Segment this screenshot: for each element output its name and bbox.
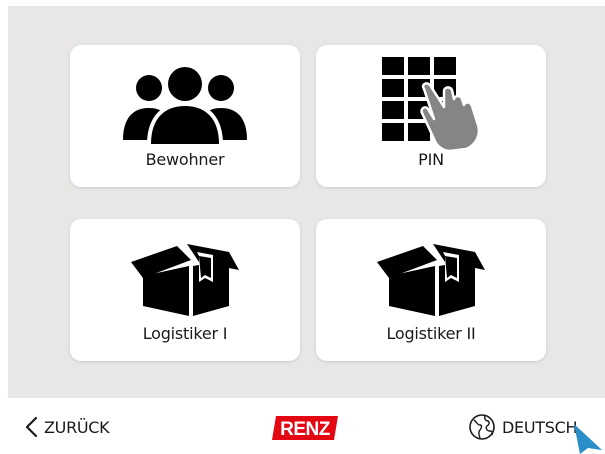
- back-label: ZURÜCK: [44, 417, 110, 437]
- tile-label: Bewohner: [145, 150, 225, 169]
- bottom-bar: ZURÜCK RENZ DEUTSCH: [0, 398, 605, 454]
- tile-label: Logistiker II: [386, 324, 476, 343]
- globe-icon: [469, 414, 495, 440]
- logistiker-2-tile[interactable]: Logistiker II: [316, 219, 546, 361]
- bewohner-tile[interactable]: Bewohner: [70, 45, 300, 187]
- logistiker-1-tile[interactable]: Logistiker I: [70, 219, 300, 361]
- package-icon: [316, 229, 546, 325]
- pin-tile[interactable]: PIN: [316, 45, 546, 187]
- cursor-icon: [574, 424, 602, 454]
- keypad-touch-icon: [316, 55, 546, 151]
- renz-logo: RENZ: [272, 416, 338, 440]
- kiosk-screen: Bewohner PIN Logistiker I Logistiker II …: [0, 0, 605, 454]
- tile-label: PIN: [418, 150, 444, 169]
- svg-text:RENZ: RENZ: [280, 419, 331, 440]
- package-icon: [70, 229, 300, 325]
- back-button[interactable]: ZURÜCK: [24, 412, 110, 442]
- language-button[interactable]: DEUTSCH: [468, 412, 577, 442]
- tile-label: Logistiker I: [142, 324, 228, 343]
- chevron-left-icon: [25, 416, 38, 438]
- residents-icon: [70, 55, 300, 151]
- language-label: DEUTSCH: [502, 417, 578, 437]
